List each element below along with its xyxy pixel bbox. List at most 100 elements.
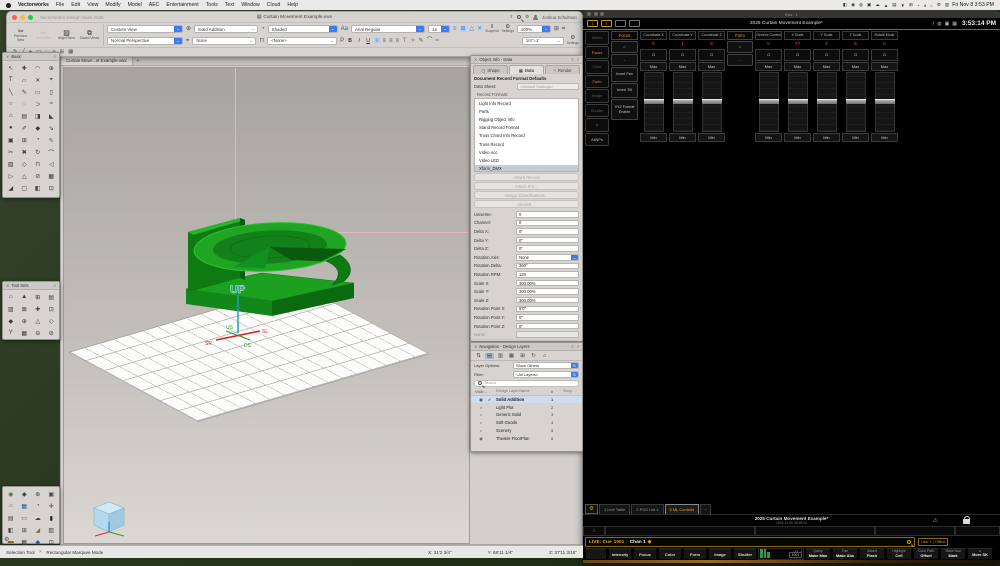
menu-item-window[interactable]: Window (241, 2, 259, 8)
tool-icon[interactable]: ▤ (18, 110, 31, 122)
status-icon[interactable]: ▲ (884, 3, 888, 8)
fader-rail[interactable] (788, 72, 808, 132)
solid-operation-dropdown[interactable]: Solid Addition⌄ (194, 25, 258, 33)
class-dropdown[interactable]: <None>⌄ (267, 37, 337, 45)
record-action-button[interactable]: Assign Classifications... (474, 191, 579, 199)
viz-tool-icon[interactable]: ▤ (4, 512, 17, 524)
view-cube-widget[interactable] (86, 494, 132, 538)
tool-set-icon[interactable]: ▤ (45, 291, 58, 303)
min-button[interactable]: Min (755, 133, 782, 142)
layer-name[interactable]: Theatre FloorPlan (496, 436, 551, 441)
fixture-icon[interactable]: ◍ (937, 21, 941, 27)
status-icon[interactable]: ☁ (875, 2, 880, 8)
tool-icon[interactable]: ▣ (4, 134, 17, 146)
layer-row[interactable]: × Generic Solid 3 (471, 411, 582, 419)
scale-dropdown[interactable]: 1/4"=1'⌄ (522, 37, 564, 45)
status-icon[interactable]: ◍ (859, 2, 863, 8)
minimize-window-button[interactable] (20, 15, 25, 20)
status-icon[interactable]: ◔ (917, 3, 920, 8)
softkey-more-sk[interactable]: ●More SK (967, 548, 993, 560)
tool-set-icon[interactable]: ▲ (18, 291, 31, 303)
home-button[interactable]: ⌂ (640, 49, 667, 61)
fader-rail[interactable] (644, 72, 664, 132)
tool-icon[interactable]: ✂ (4, 146, 17, 158)
viz-tool-icon[interactable]: ◆ (18, 488, 31, 500)
tool-icon[interactable]: ◣ (45, 110, 58, 122)
minimize-window-button[interactable] (594, 12, 598, 16)
view-nav-button[interactable]: ⇦ Previous View (10, 24, 31, 46)
tool-icon[interactable]: ◔ (31, 134, 44, 146)
zoom-window-button[interactable] (28, 15, 33, 20)
blank-key[interactable] (585, 548, 607, 560)
tool-icon[interactable]: ○ (4, 98, 17, 110)
tool-set-icon[interactable]: ▥ (4, 303, 17, 315)
zoom-dropdown[interactable]: 100%⌄ (517, 25, 551, 33)
classes-icon[interactable]: ▦ (507, 353, 516, 359)
saved-views-icon[interactable]: ⇅ (474, 353, 483, 359)
field-input[interactable]: 360° (516, 263, 579, 270)
display-settings-button[interactable]: ⚙ (585, 504, 598, 514)
menu-item-file[interactable]: File (56, 2, 64, 8)
tool-icon[interactable]: ◇ (18, 158, 31, 170)
max-button[interactable]: Max (669, 62, 696, 71)
help-icon[interactable]: ? (577, 57, 579, 62)
layer-name[interactable]: Generic Solid (496, 412, 551, 417)
layer-name[interactable]: Light Plot (496, 405, 551, 410)
menu-icon[interactable]: ≡ (54, 283, 56, 288)
tool-icon[interactable]: ◨ (31, 110, 44, 122)
fader-rail[interactable] (875, 72, 895, 132)
tool-icon[interactable]: ╲ (4, 86, 17, 98)
font-dropdown[interactable]: Arial Regular⌄ (351, 25, 425, 33)
fader-track[interactable] (698, 72, 725, 132)
fader-track[interactable] (669, 72, 696, 132)
palette-titlebar[interactable]: ✕ Tool Sets ≡ (3, 282, 59, 290)
menu-icon[interactable]: ≡ (571, 57, 573, 62)
status-icon[interactable]: ◉ (851, 2, 855, 8)
font-size-dropdown[interactable]: 12⌄ (428, 25, 450, 33)
viz-tool-icon[interactable]: ⊞ (18, 524, 31, 536)
status-icon[interactable]: ⌂ (930, 3, 933, 8)
home-button[interactable]: ⌂ (669, 49, 696, 61)
user-status-button[interactable]: User 1 | Offline (918, 538, 948, 546)
category-button[interactable]: Intens (585, 31, 609, 45)
field-input[interactable]: 300.00% (516, 280, 579, 287)
slash-icon[interactable]: / (933, 21, 934, 27)
close-icon[interactable]: ✕ (474, 57, 477, 62)
tool-set-icon[interactable]: ◇ (45, 315, 58, 327)
warning-icon[interactable]: ⚠ (933, 517, 938, 524)
tool-icon[interactable]: ◢ (4, 182, 17, 194)
search-icon[interactable] (517, 15, 521, 19)
tool-icon[interactable]: ⊘ (31, 170, 44, 182)
min-button[interactable]: Min (871, 133, 898, 142)
view-nav-button[interactable]: ⧉ Saved Views (79, 24, 100, 46)
record-action-button[interactable]: Detach... (474, 200, 579, 208)
align-left-icon[interactable]: ≡ (374, 38, 380, 44)
menu-item-tools[interactable]: Tools (206, 2, 218, 8)
tool-set-icon[interactable]: ⊕ (18, 315, 31, 327)
focus-group-button[interactable]: Invert Tilt (611, 83, 638, 98)
menu-item-app[interactable]: Vectorworks (18, 2, 49, 8)
annotate-icon[interactable]: ✎ (418, 38, 423, 44)
tool-icon[interactable]: ◠ (31, 62, 44, 74)
viz-tool-icon[interactable]: ⌂ (4, 500, 17, 512)
fader-track[interactable] (784, 72, 811, 132)
category-button[interactable]: Focus (585, 46, 609, 60)
max-button[interactable]: Max (640, 62, 667, 71)
tool-icon[interactable]: ⇖ (45, 134, 58, 146)
leader-line-icon[interactable]: ⊤ (402, 38, 407, 44)
viz-tool-icon[interactable]: ◔ (31, 500, 44, 512)
fader-track[interactable] (871, 72, 898, 132)
field-input[interactable]: 0" (516, 314, 579, 321)
softkey-colorpath[interactable]: Color PathOffset (913, 548, 939, 560)
softkey-query[interactable]: QueryMake Man (805, 548, 831, 560)
softkey-fan[interactable]: FanMake Abs (832, 548, 858, 560)
viz-tool-icon[interactable]: ◢ (31, 524, 44, 536)
globe-icon[interactable]: ⊕ (186, 26, 191, 32)
category-button[interactable]: Image (585, 89, 609, 103)
fader-handle[interactable] (817, 99, 837, 104)
close-icon[interactable]: ✕ (6, 283, 9, 288)
status-icon[interactable]: ▤ (892, 2, 896, 8)
bold-button[interactable]: B (347, 38, 353, 44)
viz-tool-icon[interactable]: ▭ (18, 512, 31, 524)
tool-icon[interactable]: ▷ (4, 170, 17, 182)
